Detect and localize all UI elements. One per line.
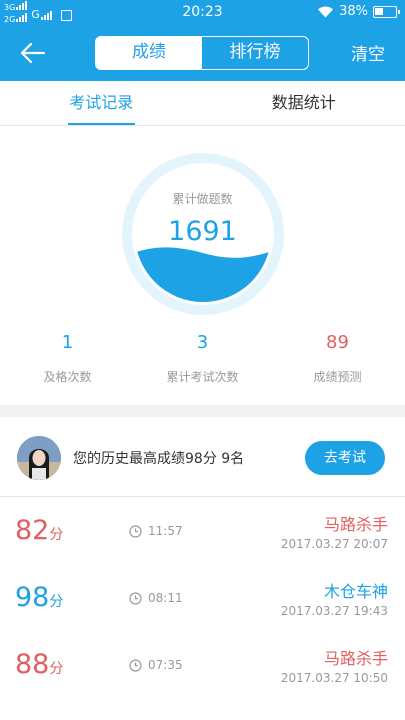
record-score: 88分 <box>15 649 63 680</box>
record-date: 2017.03.27 10:50 <box>280 671 388 685</box>
clear-button[interactable]: 清空 <box>351 40 385 65</box>
list-item[interactable]: 88分 07:35 马路杀手 2017.03.27 10:50 <box>0 631 405 698</box>
stat-label: 及格次数 <box>43 370 92 384</box>
record-title: 马路杀手 <box>323 515 388 534</box>
user-avatar-graphic <box>17 436 61 480</box>
stat-label: 成绩预测 <box>313 370 362 384</box>
record-duration: 07:35 <box>129 658 183 672</box>
gauge-label: 累计做题数 <box>172 192 233 206</box>
record-duration: 08:11 <box>129 591 183 605</box>
start-exam-button[interactable]: 去考试 <box>305 441 385 475</box>
clock-icon <box>129 524 142 538</box>
tab-data-statistics[interactable]: 数据统计 <box>203 81 405 125</box>
clock-icon <box>129 591 142 605</box>
status-bar: 3G 2G G 20:23 38% <box>0 0 405 25</box>
status-right: 38% <box>317 4 400 19</box>
duration-text: 08:11 <box>148 591 183 605</box>
record-score: 82分 <box>15 515 63 546</box>
stats-row: 1 及格次数 3 累计考试次数 89 成绩预测 <box>0 332 405 385</box>
avatar[interactable] <box>17 436 61 480</box>
score-value: 98 <box>15 582 50 613</box>
sub-tabs: 考试记录 数据统计 <box>0 81 405 126</box>
stat-exam-count: 3 累计考试次数 <box>135 332 270 385</box>
wifi-icon <box>318 6 334 18</box>
gauge-value: 1691 <box>168 216 237 247</box>
best-score-text: 您的历史最高成绩98分 9名 <box>73 451 245 467</box>
stat-value: 89 <box>326 332 349 353</box>
score-unit: 分 <box>49 594 64 610</box>
section-divider <box>0 405 405 417</box>
list-item[interactable]: 98分 08:11 木仓车神 2017.03.27 19:43 <box>0 564 405 631</box>
duration-text: 11:57 <box>148 524 183 538</box>
record-title: 木仓车神 <box>323 582 388 601</box>
segment-scores[interactable]: 成绩 <box>96 37 202 69</box>
tab-exam-records[interactable]: 考试记录 <box>0 81 203 125</box>
battery-icon <box>373 5 400 18</box>
record-duration: 11:57 <box>129 524 183 538</box>
segmented-control: 成绩 排行榜 <box>95 36 309 70</box>
record-title: 马路杀手 <box>323 649 388 668</box>
stat-pass-count: 1 及格次数 <box>0 332 135 385</box>
record-date: 2017.03.27 20:07 <box>280 537 388 551</box>
score-unit: 分 <box>49 527 64 543</box>
arrow-left-icon <box>20 42 46 64</box>
stat-value: 3 <box>196 332 209 353</box>
stat-value: 1 <box>61 332 74 353</box>
duration-text: 07:35 <box>148 658 183 672</box>
exam-record-list: 82分 11:57 马路杀手 2017.03.27 20:07 98分 08:1… <box>0 497 405 698</box>
stat-label: 累计考试次数 <box>166 370 239 384</box>
back-button[interactable] <box>18 39 48 67</box>
stat-score-prediction: 89 成绩预测 <box>270 332 405 385</box>
best-score-row: 您的历史最高成绩98分 9名 去考试 <box>0 417 405 497</box>
score-unit: 分 <box>49 661 64 677</box>
record-score: 98分 <box>15 582 63 613</box>
app-header: 成绩 排行榜 清空 <box>0 25 405 81</box>
segment-leaderboard[interactable]: 排行榜 <box>202 37 308 69</box>
score-value: 88 <box>15 649 50 680</box>
score-value: 82 <box>15 515 50 546</box>
battery-percent: 38% <box>339 4 368 19</box>
record-date: 2017.03.27 19:43 <box>280 604 388 618</box>
list-item[interactable]: 82分 11:57 马路杀手 2017.03.27 20:07 <box>0 497 405 564</box>
clock-icon <box>129 658 142 672</box>
